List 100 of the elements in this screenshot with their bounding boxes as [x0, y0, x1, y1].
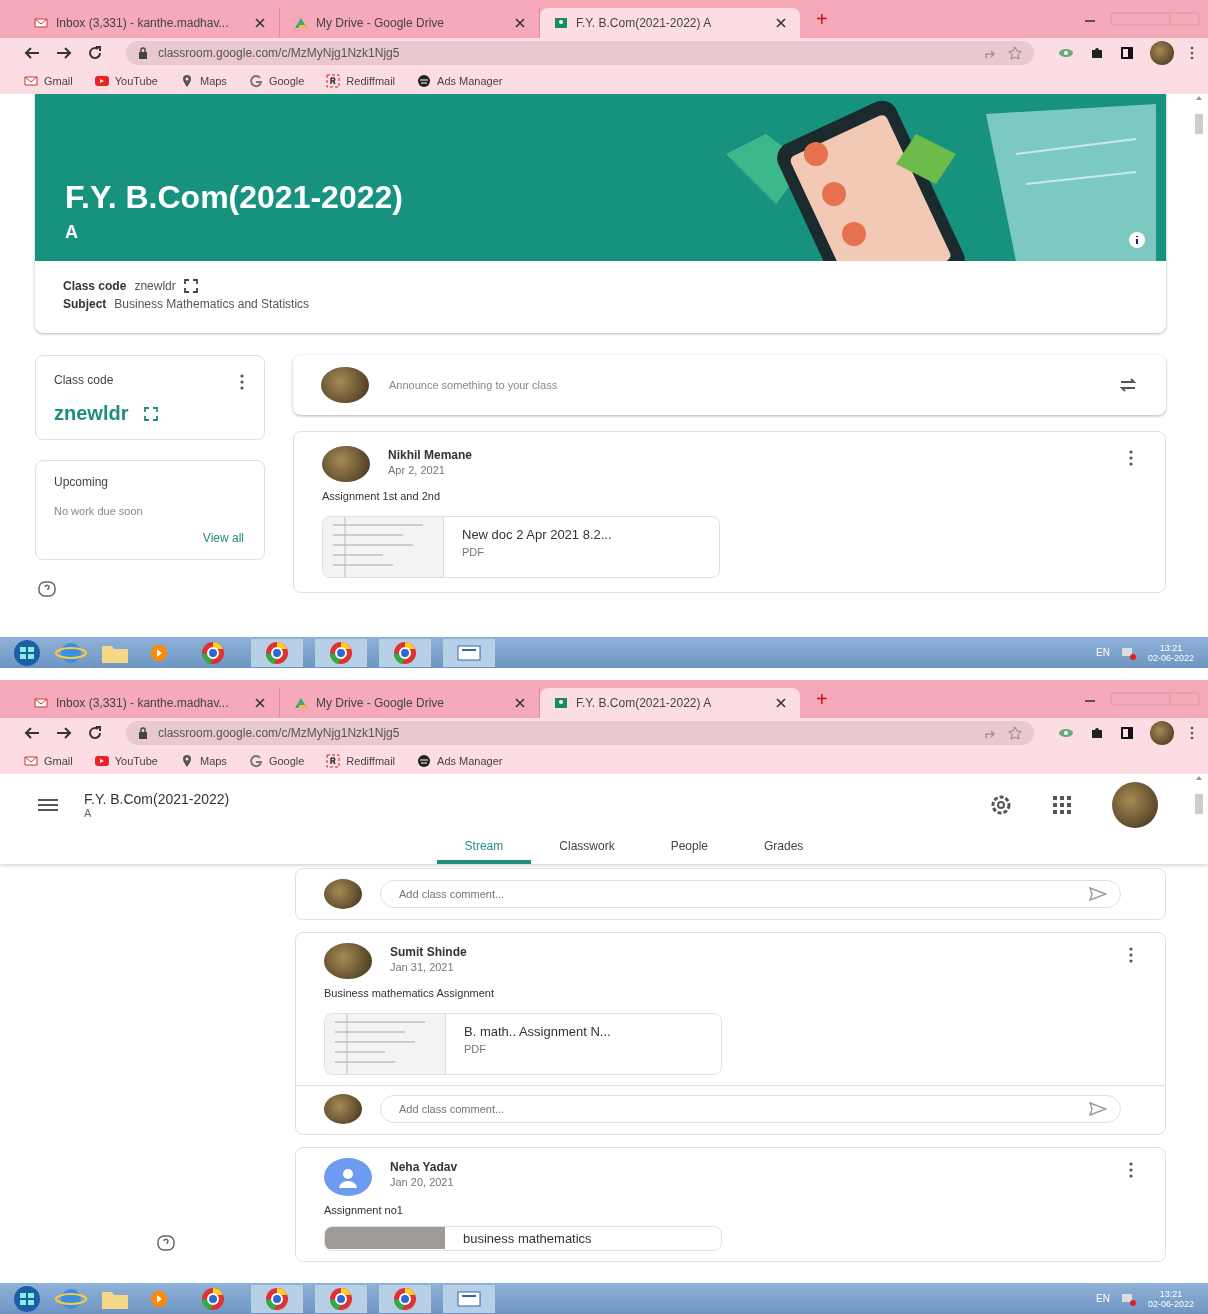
close-icon[interactable]: [515, 18, 525, 28]
profile-avatar[interactable]: [1112, 782, 1158, 828]
more-vert-icon[interactable]: [1129, 947, 1133, 963]
post-text: Assignment no1: [324, 1204, 404, 1216]
reload-icon[interactable]: [88, 726, 102, 740]
round-browser-icon[interactable]: [250, 637, 304, 668]
tab-title: My Drive - Google Drive: [316, 16, 446, 30]
star-icon[interactable]: [1008, 46, 1022, 60]
menu-icon[interactable]: [38, 798, 58, 812]
view-all-link[interactable]: View all: [202, 531, 244, 545]
comment-field[interactable]: Add class comment...: [380, 1095, 1121, 1123]
close-icon[interactable]: [776, 698, 786, 708]
tab-title: F.Y. B.Com(2021-2022) A: [576, 696, 713, 710]
settings-icon[interactable]: [990, 794, 1012, 816]
more-vert-icon[interactable]: [1129, 1162, 1133, 1178]
bookmark[interactable]: Rediffmail: [326, 754, 396, 768]
reload-icon[interactable]: [88, 46, 102, 60]
author-name: Neha Yadav: [390, 1160, 458, 1174]
star-icon[interactable]: [1008, 726, 1022, 740]
puzzle-icon[interactable]: [1090, 46, 1104, 60]
play-icon: [94, 754, 109, 768]
address-bar[interactable]: classroom.google.com/c/MzMyNjg1Nzk1Njg5: [126, 721, 1034, 745]
close-icon[interactable]: [515, 698, 525, 708]
bookmark[interactable]: Google: [248, 754, 305, 768]
more-vert-icon[interactable]: [1190, 726, 1194, 740]
apps-grid-icon[interactable]: [1052, 795, 1072, 815]
browser-tab[interactable]: Inbox (3,331) - kanthe.madhav...: [20, 8, 280, 38]
round-browser-icon[interactable]: [314, 1283, 368, 1314]
mail-icon: [34, 696, 48, 710]
nav-tab[interactable]: Stream: [436, 830, 532, 864]
bookmark[interactable]: Maps: [179, 74, 227, 88]
repost-icon[interactable]: [1118, 376, 1138, 394]
author-name: Sumit Shinde: [390, 945, 467, 959]
browser-tab[interactable]: F.Y. B.Com(2021-2022) A: [540, 688, 800, 718]
bookmark[interactable]: Ads Manager: [417, 74, 503, 88]
info-value: Business Mathematics and Statistics: [114, 297, 310, 311]
tab-title: Inbox (3,331) - kanthe.madhav...: [56, 696, 230, 710]
bookmark[interactable]: Ads Manager: [417, 754, 503, 768]
round-browser-icon[interactable]: [378, 1283, 432, 1314]
nav-tab[interactable]: People: [642, 830, 736, 864]
author-avatar: [324, 943, 372, 979]
more-vert-icon[interactable]: [1190, 46, 1194, 60]
post-date: Jan 20, 2021: [390, 1176, 455, 1188]
attachment-card[interactable]: B. math.. Assignment N... PDF: [324, 1013, 722, 1075]
forward-icon[interactable]: [56, 726, 72, 740]
mail-icon: [24, 74, 38, 88]
bookmark[interactable]: YouTube: [94, 754, 158, 768]
browser-tab[interactable]: Inbox (3,331) - kanthe.madhav...: [20, 688, 280, 718]
bookmark[interactable]: Rediffmail: [326, 74, 396, 88]
round-browser-icon[interactable]: [250, 1283, 304, 1314]
back-icon[interactable]: [24, 726, 40, 740]
attachment-name: B. math.. Assignment N...: [464, 1024, 611, 1039]
clock-date: 02-06-2022: [1147, 652, 1194, 663]
help-icon[interactable]: [37, 580, 57, 598]
address-bar[interactable]: classroom.google.com/c/MzMyNjg1Nzk1Njg5: [126, 41, 1034, 65]
comment-field[interactable]: Add class comment...: [380, 880, 1121, 908]
back-icon[interactable]: [24, 46, 40, 60]
profile-avatar[interactable]: [1150, 41, 1174, 65]
round-browser-icon[interactable]: [314, 637, 368, 668]
forward-icon[interactable]: [56, 46, 72, 60]
triangle-icon: [294, 16, 308, 30]
attachment-card[interactable]: business mathematics: [324, 1226, 722, 1251]
info-label: Class code: [63, 279, 127, 293]
close-icon[interactable]: [776, 18, 786, 28]
nav-tab[interactable]: Grades: [736, 830, 832, 864]
side-panel-icon[interactable]: [1120, 46, 1134, 60]
round-browser-icon[interactable]: [378, 637, 432, 668]
side-panel-icon[interactable]: [1120, 726, 1134, 740]
fullscreen-icon[interactable]: [183, 279, 198, 293]
url-text: classroom.google.com/c/MzMyNjg1Nzk1Njg5: [158, 46, 400, 60]
bookmark[interactable]: Gmail: [24, 74, 73, 88]
browser-tab[interactable]: F.Y. B.Com(2021-2022) A: [540, 8, 800, 38]
attachment-card[interactable]: New doc 2 Apr 2021 8.2... PDF: [322, 516, 720, 578]
bookmark[interactable]: Gmail: [24, 754, 73, 768]
tab-title: Inbox (3,331) - kanthe.madhav...: [56, 16, 230, 30]
close-icon[interactable]: [255, 18, 265, 28]
author-name: Nikhil Memane: [388, 448, 473, 462]
puzzle-icon[interactable]: [1090, 726, 1104, 740]
bookmark[interactable]: Google: [248, 74, 305, 88]
info-label: Subject: [63, 297, 107, 311]
window-app-icon[interactable]: [442, 1283, 496, 1314]
profile-avatar[interactable]: [1150, 721, 1174, 745]
bookmark[interactable]: Maps: [179, 754, 227, 768]
clock-time: 13:21: [1159, 1288, 1183, 1299]
info-icon[interactable]: [1128, 231, 1146, 249]
bookmark[interactable]: YouTube: [94, 74, 158, 88]
class-title: F.Y. B.Com(2021-2022): [84, 791, 230, 807]
framed-r-icon: [326, 74, 341, 88]
play-icon: [94, 74, 109, 88]
class-title: F.Y. B.Com(2021-2022): [65, 179, 404, 216]
class-code: znewldr: [54, 402, 129, 425]
clock-time: 13:21: [1159, 642, 1183, 653]
attachment-type: PDF: [462, 546, 485, 558]
close-icon[interactable]: [255, 698, 265, 708]
nav-tab[interactable]: Classwork: [531, 830, 643, 864]
more-vert-icon[interactable]: [240, 374, 244, 390]
more-vert-icon[interactable]: [1129, 450, 1133, 466]
attachment-name: New doc 2 Apr 2021 8.2...: [462, 527, 612, 542]
globe-icon: [417, 74, 432, 88]
window-app-icon[interactable]: [442, 637, 496, 668]
